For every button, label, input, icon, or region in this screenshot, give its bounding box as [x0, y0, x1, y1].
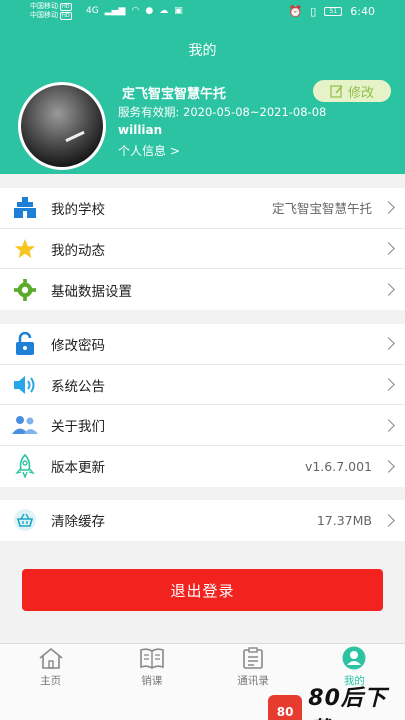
menu-item-change-password[interactable]: 修改密码 [0, 324, 405, 365]
cloud-icon: ☁ [159, 6, 169, 16]
chevron-right-icon [382, 378, 395, 391]
status-icons: 4G ▂▄▆ ◠ ● ☁ ▣ [86, 6, 183, 16]
alarm-icon: ⏰ [288, 5, 303, 18]
menu-label: 我的学校 [51, 201, 105, 218]
chevron-right-icon [382, 418, 395, 432]
chevron-right-icon [382, 337, 395, 351]
lock-icon [12, 331, 38, 357]
menu-label: 修改密码 [51, 337, 105, 354]
service-validity: 服务有效期: 2020-05-08~2021-08-08 [118, 105, 327, 119]
cache-size: 17.37MB [316, 512, 372, 528]
edit-label: 修改 [347, 85, 374, 101]
basket-icon [12, 507, 38, 533]
edit-button[interactable]: 修改 [313, 80, 391, 102]
school-icon [12, 195, 38, 221]
username: willian [118, 123, 163, 137]
school-name: 定飞智宝智慧午托 [122, 87, 227, 102]
contacts-icon [242, 646, 264, 670]
carrier-1: 中国移动 [30, 2, 58, 10]
watermark-logo: 80 [268, 695, 303, 720]
menu-item-system-notice[interactable]: 系统公告 [0, 365, 405, 406]
page-title: 我的 [188, 43, 217, 59]
menu-item-my-dynamics[interactable]: 我的动态 [0, 229, 405, 270]
menu-label: 关于我们 [51, 419, 105, 436]
profile-icon [342, 646, 366, 670]
notification-icon: ● [145, 6, 154, 16]
menu-label: 基础数据设置 [51, 283, 132, 300]
menu-group-3: 清除缓存 17.37MB [0, 500, 405, 541]
signal-icon: ▂▄▆ [104, 6, 126, 16]
users-icon [12, 412, 38, 438]
watermark-text: 80后下载 [308, 686, 387, 720]
menu-item-basic-data-settings[interactable]: 基础数据设置 [0, 269, 405, 310]
edit-icon [330, 85, 343, 98]
chevron-right-icon [382, 460, 395, 473]
battery-icon: 51 [324, 7, 343, 16]
vibrate-icon: ▯ [310, 5, 317, 18]
watermark: 80 80后下载 [268, 680, 405, 720]
status-bar: 中国移动 HD 中国移动 HD 4G ▂▄▆ ◠ ● ☁ ▣ ⏰ ▯ 51 6:40 [0, 0, 405, 24]
avatar-image [21, 85, 103, 167]
wifi-icon: ◠ [131, 6, 140, 16]
menu-item-my-school[interactable]: 我的学校 定飞智宝智慧午托 [0, 188, 405, 229]
book-icon [139, 646, 165, 670]
clock: 6:40 [350, 5, 375, 18]
profile-info-link[interactable]: 个人信息 > [118, 142, 180, 159]
hd-badge: HD [60, 12, 72, 20]
rocket-icon [12, 453, 38, 479]
hd-badge: HD [60, 3, 72, 11]
logout-button[interactable]: 退出登录 [22, 569, 383, 611]
avatar[interactable] [18, 82, 106, 170]
carrier-info: 中国移动 HD 中国移动 HD [30, 2, 72, 20]
tab-label: 销课 [141, 675, 163, 687]
menu-label: 我的动态 [51, 242, 105, 259]
star-icon [12, 236, 38, 262]
chevron-right-icon [382, 201, 395, 215]
menu-label: 版本更新 [51, 460, 105, 477]
tab-home[interactable]: 主页 [0, 644, 101, 692]
message-icon: ▣ [174, 6, 183, 16]
profile-header: 我的 定飞智宝智慧午托 修改 服务有效期: 2020-05-08~2021-08… [0, 24, 405, 174]
menu-item-version-update[interactable]: 版本更新 v1.6.7.001 [0, 446, 405, 487]
carrier-2: 中国移动 [30, 11, 58, 19]
menu-group-2: 修改密码 系统公告 关于我们 版本更新 v1.6.7.001 [0, 324, 405, 487]
menu-item-about-us[interactable]: 关于我们 [0, 405, 405, 447]
gear-icon [12, 277, 38, 303]
home-icon [38, 646, 64, 670]
chevron-right-icon [382, 283, 395, 297]
chevron-right-icon [382, 513, 395, 527]
tab-sell-class[interactable]: 销课 [101, 644, 202, 692]
speaker-icon [12, 372, 38, 398]
menu-label: 清除缓存 [51, 514, 105, 531]
network-label: 4G [86, 6, 99, 16]
version-value: v1.6.7.001 [304, 458, 372, 474]
menu-value: 定飞智宝智慧午托 [271, 201, 372, 217]
tab-label: 主页 [40, 675, 62, 687]
menu-group-1: 我的学校 定飞智宝智慧午托 我的动态 基础数据设置 [0, 188, 405, 311]
tab-label: 通讯录 [237, 675, 269, 687]
chevron-right-icon [382, 242, 395, 255]
status-right: ⏰ ▯ 51 6:40 [289, 5, 375, 18]
menu-item-clear-cache[interactable]: 清除缓存 17.37MB [0, 500, 405, 541]
menu-label: 系统公告 [51, 378, 105, 395]
